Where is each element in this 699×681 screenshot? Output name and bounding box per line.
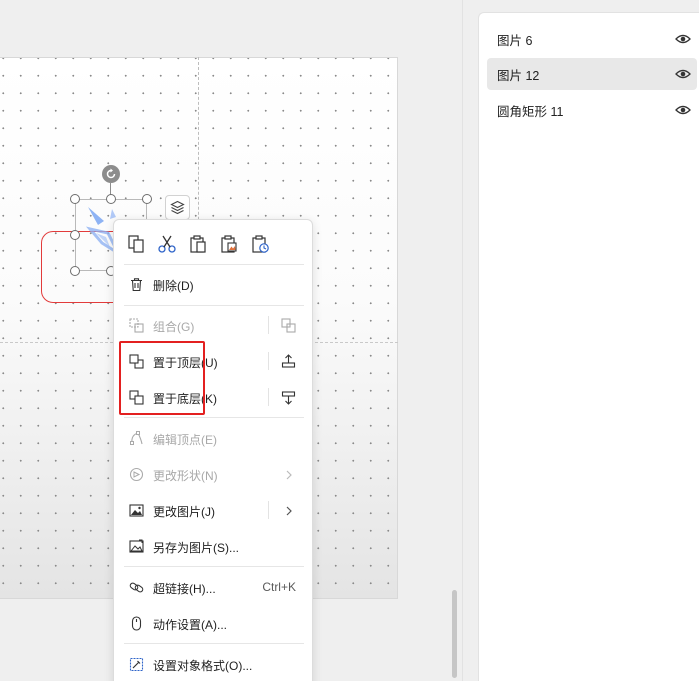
resize-handle-top-left[interactable] [70, 194, 80, 204]
menu-item-divider [268, 316, 269, 334]
ungroup-icon[interactable] [280, 317, 297, 334]
bring-forward-icon[interactable] [280, 353, 297, 370]
object-item-label: 图片 6 [497, 33, 533, 48]
menu-item-label: 删除(D) [153, 279, 194, 293]
menu-item-bring-to-front[interactable]: 置于顶层(U) [114, 346, 312, 376]
send-backward-icon[interactable] [280, 389, 297, 406]
pane-divider [462, 0, 463, 681]
mouse-icon [128, 615, 145, 632]
object-item-label: 圆角矩形 11 [497, 104, 564, 119]
menu-item-group[interactable]: 组合(G) [114, 310, 312, 340]
change-shape-icon [128, 466, 145, 483]
menu-separator [124, 264, 304, 265]
resize-handle-top-right[interactable] [142, 194, 152, 204]
group-icon [128, 317, 145, 334]
rotate-handle[interactable] [102, 165, 120, 183]
menu-item-shortcut: Ctrl+K [262, 580, 296, 594]
paste-icon [190, 235, 206, 253]
menu-item-label: 更改形状(N) [153, 469, 218, 483]
bring-to-front-icon [128, 353, 145, 370]
cut-button[interactable] [155, 232, 179, 256]
paste-as-picture-icon [221, 235, 237, 253]
resize-handle-bottom-left[interactable] [70, 266, 80, 276]
menu-item-label: 置于顶层(U) [153, 356, 218, 370]
menu-separator [124, 305, 304, 306]
copy-button[interactable] [124, 232, 148, 256]
menu-item-label: 更改图片(J) [153, 505, 215, 519]
cut-icon [158, 235, 176, 253]
menu-quick-toolbar [124, 232, 272, 256]
eye-icon[interactable] [675, 103, 691, 117]
selection-pane: 图片 6 图片 12 圆角矩形 11 [478, 12, 699, 681]
paste-button[interactable] [186, 232, 210, 256]
object-item-rounded-rect-11[interactable]: 圆角矩形 11 [487, 94, 697, 126]
layers-icon [170, 200, 185, 215]
change-picture-icon [128, 502, 145, 519]
menu-item-divider [268, 352, 269, 370]
trash-icon [128, 276, 145, 293]
menu-item-edit-points[interactable]: 编辑顶点(E) [114, 423, 312, 453]
paste-special-button[interactable] [248, 232, 272, 256]
context-menu: 删除(D) 组合(G) 置于顶层(U) 置于底层(K) 编辑顶点(E) 更改形状… [113, 219, 313, 681]
menu-item-send-to-back[interactable]: 置于底层(K) [114, 382, 312, 412]
menu-separator [124, 643, 304, 644]
menu-item-action-settings[interactable]: 动作设置(A)... [114, 608, 312, 638]
menu-item-label: 设置对象格式(O)... [153, 659, 253, 673]
object-item-picture-6[interactable]: 图片 6 [487, 23, 697, 55]
menu-item-change-picture[interactable]: 更改图片(J) [114, 495, 312, 525]
send-to-back-icon [128, 389, 145, 406]
layer-options-button[interactable] [165, 195, 190, 220]
menu-item-hyperlink[interactable]: 超链接(H)... Ctrl+K [114, 572, 312, 602]
menu-item-format-object[interactable]: 设置对象格式(O)... [114, 649, 312, 679]
copy-icon [128, 235, 144, 253]
resize-handle-left[interactable] [70, 230, 80, 240]
link-icon [128, 579, 145, 596]
chevron-right-icon [280, 466, 297, 483]
menu-item-label: 组合(G) [153, 320, 195, 334]
rotate-icon [106, 168, 116, 179]
vertical-scrollbar[interactable] [452, 590, 457, 678]
menu-item-change-shape[interactable]: 更改形状(N) [114, 459, 312, 489]
menu-item-label: 另存为图片(S)... [153, 541, 239, 555]
menu-item-save-as-picture[interactable]: 另存为图片(S)... [114, 531, 312, 561]
menu-separator [124, 566, 304, 567]
menu-item-label: 置于底层(K) [153, 392, 217, 406]
menu-item-divider [268, 501, 269, 519]
save-as-picture-icon [128, 538, 145, 555]
object-item-picture-12[interactable]: 图片 12 [487, 58, 697, 90]
chevron-right-icon[interactable] [280, 502, 297, 519]
edit-points-icon [128, 430, 145, 447]
menu-item-divider [268, 388, 269, 406]
menu-separator [124, 417, 304, 418]
format-object-icon [128, 656, 145, 673]
paste-special-icon [252, 235, 269, 253]
menu-item-label: 编辑顶点(E) [153, 433, 217, 447]
menu-item-label: 动作设置(A)... [153, 618, 227, 632]
menu-item-label: 超链接(H)... [153, 582, 216, 596]
resize-handle-top[interactable] [106, 194, 116, 204]
menu-item-delete[interactable]: 删除(D) [114, 269, 312, 299]
paste-as-picture-button[interactable] [217, 232, 241, 256]
eye-icon[interactable] [675, 32, 691, 46]
object-item-label: 图片 12 [497, 68, 540, 83]
eye-icon[interactable] [675, 67, 691, 81]
